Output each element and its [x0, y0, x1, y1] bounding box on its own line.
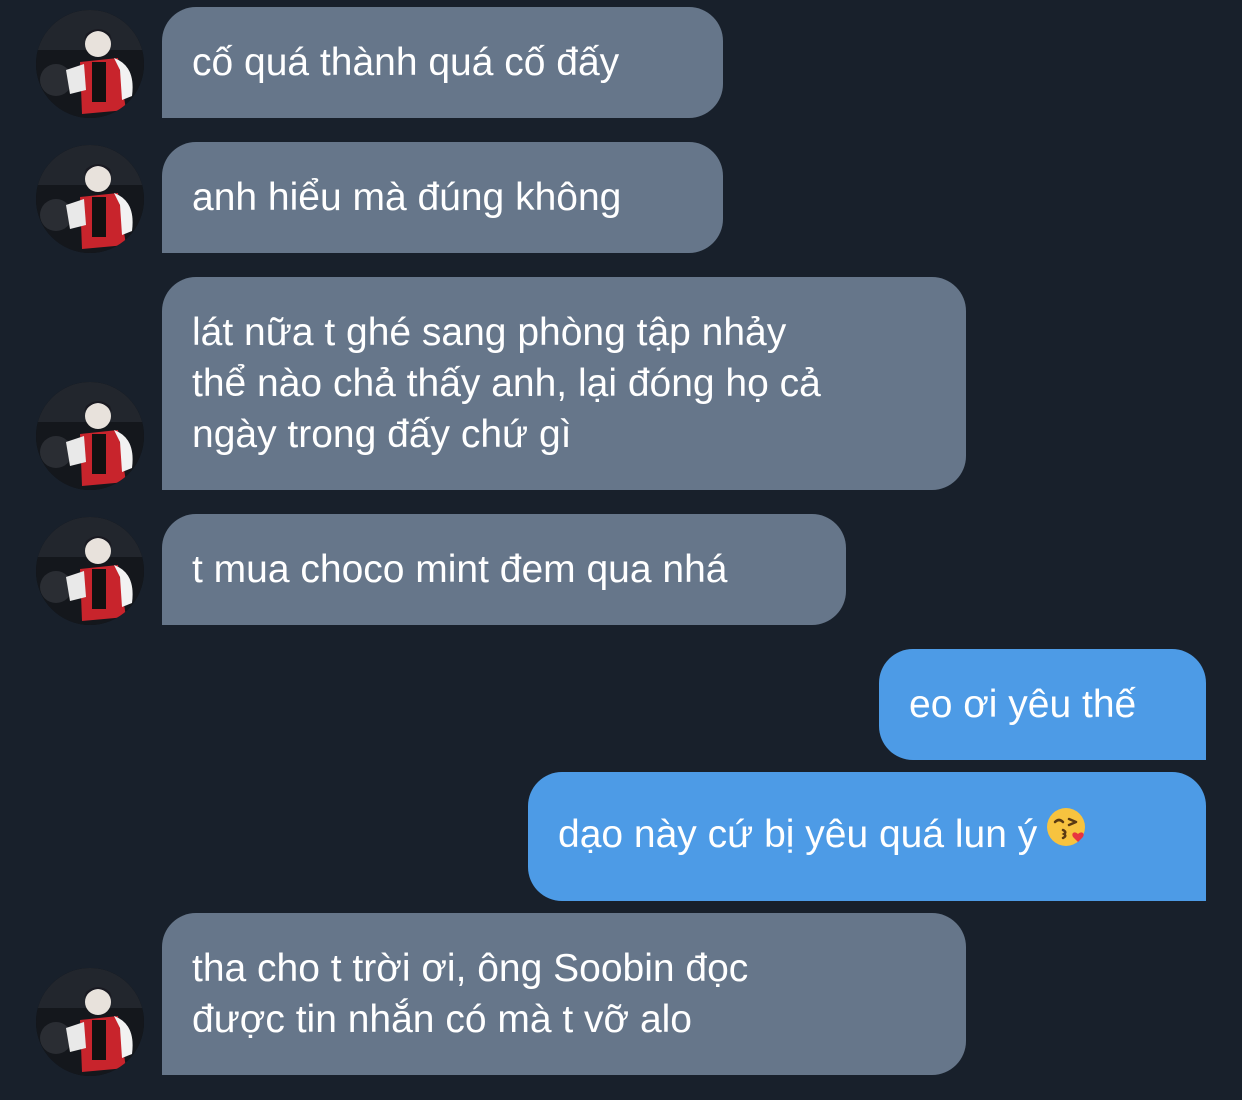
contact-avatar[interactable]	[36, 10, 144, 118]
message-text: eo ơi yêu thế	[909, 683, 1137, 726]
avatar-photo-icon	[36, 968, 144, 1076]
message-text-line: lát nữa t ghé sang phòng tập nhảy	[192, 311, 787, 354]
message-text: t mua choco mint đem qua nhá	[192, 548, 728, 591]
message-text: cố quá thành quá cố đấy	[192, 41, 620, 84]
message-bubble-incoming[interactable]: t mua choco mint đem qua nhá	[162, 514, 846, 625]
contact-avatar[interactable]	[36, 968, 144, 1076]
avatar-photo-icon	[36, 382, 144, 490]
message-bubble-incoming[interactable]: anh hiểu mà đúng không	[162, 142, 723, 253]
message-text-line: được tin nhắn có mà t vỡ alo	[192, 998, 692, 1041]
message-bubble-outgoing[interactable]: eo ơi yêu thế	[879, 649, 1206, 760]
message-bubble-incoming[interactable]: cố quá thành quá cố đấy	[162, 7, 723, 118]
message-text: dạo này cứ bị yêu quá lun ý	[558, 806, 1176, 864]
message-text-content: dạo này cứ bị yêu quá lun ý	[558, 812, 1038, 856]
message-text: anh hiểu mà đúng không	[192, 176, 622, 219]
avatar-photo-icon	[36, 145, 144, 253]
message-text-line: tha cho t trời ơi, ông Soobin đọc	[192, 947, 749, 990]
message-bubble-incoming[interactable]: lát nữa t ghé sang phòng tập nhảy thể nà…	[162, 277, 966, 490]
avatar-photo-icon	[36, 517, 144, 625]
chat-thread: cố quá thành quá cố đấy anh hiểu mà đúng…	[0, 0, 1242, 1100]
face-blowing-kiss-icon	[1045, 806, 1087, 861]
contact-avatar[interactable]	[36, 145, 144, 253]
message-bubble-outgoing[interactable]: dạo này cứ bị yêu quá lun ý	[528, 772, 1206, 901]
message-text-line: thể nào chả thấy anh, lại đóng họ cả	[192, 362, 821, 405]
message-bubble-incoming[interactable]: tha cho t trời ơi, ông Soobin đọc được t…	[162, 913, 966, 1075]
message-text-line: ngày trong đấy chứ gì	[192, 413, 572, 456]
contact-avatar[interactable]	[36, 382, 144, 490]
avatar-photo-icon	[36, 10, 144, 118]
contact-avatar[interactable]	[36, 517, 144, 625]
